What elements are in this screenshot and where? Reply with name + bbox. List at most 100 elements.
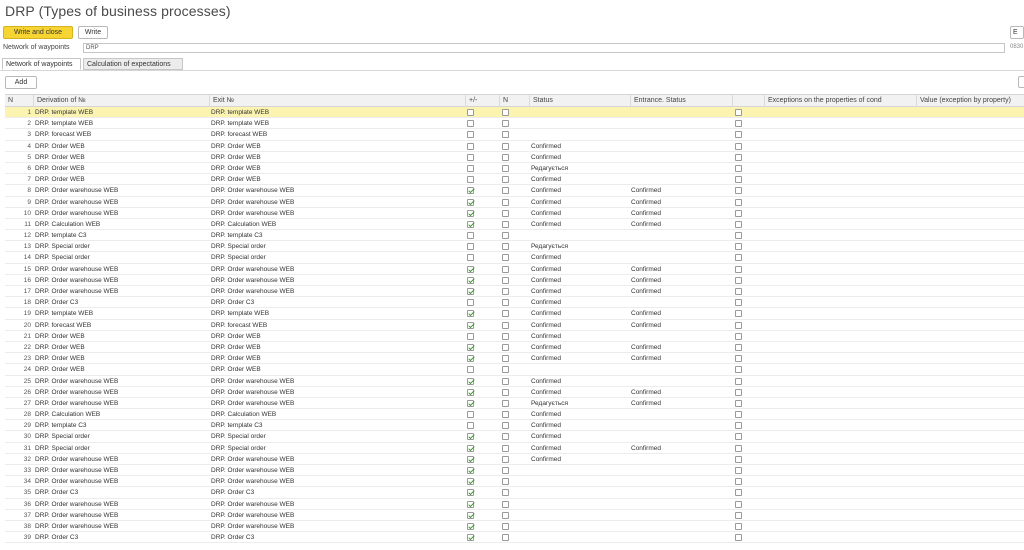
plus-minus-checkbox[interactable] bbox=[467, 500, 474, 508]
flag-checkbox[interactable] bbox=[735, 288, 742, 295]
plus-minus-checkbox[interactable] bbox=[467, 131, 474, 139]
n-checkbox[interactable] bbox=[502, 176, 509, 184]
tab-network-of-waypoints[interactable]: Network of waypoints bbox=[2, 58, 81, 70]
table-row[interactable]: 37 DRP. Order warehouse WEB DRP. Order war… bbox=[5, 510, 1024, 521]
flag-checkbox[interactable] bbox=[735, 534, 742, 542]
plus-minus-checkbox[interactable] bbox=[467, 176, 474, 184]
table-row[interactable]: 29 DRP. template C3 DRP. template C3 Confir… bbox=[5, 420, 1024, 432]
plus-minus-checkbox[interactable] bbox=[467, 276, 474, 284]
col-header-num[interactable]: N bbox=[5, 95, 33, 107]
table-row[interactable]: 12 DRP. template C3 DRP. template C3 bbox=[5, 230, 1024, 242]
plus-minus-checkbox[interactable] bbox=[467, 388, 474, 396]
n-checkbox[interactable] bbox=[502, 399, 509, 407]
n-checkbox[interactable] bbox=[502, 142, 509, 150]
n-checkbox[interactable] bbox=[502, 276, 509, 284]
n-checkbox[interactable] bbox=[502, 198, 509, 206]
n-checkbox[interactable] bbox=[502, 366, 509, 374]
n-checkbox[interactable] bbox=[502, 355, 509, 363]
table-row[interactable]: 33 DRP. Order warehouse WEB DRP. Order war… bbox=[5, 465, 1024, 477]
table-row[interactable]: 20 DRP. forecast WEB DRP. forecast WEB Conf… bbox=[5, 320, 1024, 331]
plus-minus-checkbox[interactable] bbox=[467, 153, 474, 161]
table-row[interactable]: 34 DRP. Order warehouse WEB DRP. Order war… bbox=[5, 476, 1024, 488]
n-checkbox[interactable] bbox=[502, 522, 509, 530]
table-row[interactable]: 30 DRP. Special order DRP. Special order Co… bbox=[5, 431, 1024, 443]
flag-checkbox[interactable] bbox=[735, 232, 742, 240]
flag-checkbox[interactable] bbox=[735, 399, 742, 407]
plus-minus-checkbox[interactable] bbox=[467, 411, 474, 419]
plus-minus-checkbox[interactable] bbox=[467, 310, 474, 318]
flag-checkbox[interactable] bbox=[735, 109, 742, 116]
flag-checkbox[interactable] bbox=[735, 489, 742, 497]
table-row[interactable]: 4 DRP. Order WEB DRP. Order WEB Confirmed bbox=[5, 141, 1024, 152]
table-row[interactable]: 23 DRP. Order WEB DRP. Order WEB Confirmed C… bbox=[5, 353, 1024, 365]
flag-checkbox[interactable] bbox=[735, 198, 742, 206]
plus-minus-checkbox[interactable] bbox=[467, 254, 474, 262]
plus-minus-checkbox[interactable] bbox=[467, 198, 474, 206]
tab-calculation-of-expectations[interactable]: Calculation of expectations bbox=[83, 58, 183, 70]
flag-checkbox[interactable] bbox=[735, 478, 742, 486]
flag-checkbox[interactable] bbox=[735, 299, 742, 307]
col-header-entrance-status[interactable]: Entrance. Status bbox=[630, 95, 732, 107]
col-header-exceptions[interactable]: Exceptions on the properties of cond bbox=[764, 95, 916, 107]
table-row[interactable]: 13 DRP. Special order DRP. Special order Ре… bbox=[5, 241, 1024, 253]
plus-minus-checkbox[interactable] bbox=[467, 489, 474, 497]
table-row[interactable]: 10 DRP. Order warehouse WEB DRP. Order war… bbox=[5, 208, 1024, 219]
n-checkbox[interactable] bbox=[502, 343, 509, 351]
table-row[interactable]: 9 DRP. Order warehouse WEB DRP. Order ware… bbox=[5, 197, 1024, 208]
table-row[interactable]: 32 DRP. Order warehouse WEB DRP. Order war… bbox=[5, 454, 1024, 465]
n-checkbox[interactable] bbox=[502, 243, 509, 251]
n-checkbox[interactable] bbox=[502, 511, 509, 519]
plus-minus-checkbox[interactable] bbox=[467, 455, 474, 463]
n-checkbox[interactable] bbox=[502, 388, 509, 396]
n-checkbox[interactable] bbox=[502, 444, 509, 452]
flag-checkbox[interactable] bbox=[735, 321, 742, 329]
n-checkbox[interactable] bbox=[502, 321, 509, 329]
flag-checkbox[interactable] bbox=[735, 265, 742, 273]
table-row[interactable]: 24 DRP. Order WEB DRP. Order WEB bbox=[5, 364, 1024, 376]
n-checkbox[interactable] bbox=[502, 131, 509, 139]
n-checkbox[interactable] bbox=[502, 288, 509, 295]
table-row[interactable]: 26 DRP. Order warehouse WEB DRP. Order war… bbox=[5, 387, 1024, 398]
n-checkbox[interactable] bbox=[502, 120, 509, 128]
flag-checkbox[interactable] bbox=[735, 120, 742, 128]
plus-minus-checkbox[interactable] bbox=[467, 355, 474, 363]
plus-minus-checkbox[interactable] bbox=[467, 232, 474, 240]
col-header-c3[interactable] bbox=[732, 95, 764, 107]
n-checkbox[interactable] bbox=[502, 500, 509, 508]
flag-checkbox[interactable] bbox=[735, 187, 742, 195]
n-checkbox[interactable] bbox=[502, 164, 509, 172]
plus-minus-checkbox[interactable] bbox=[467, 120, 474, 128]
plus-minus-checkbox[interactable] bbox=[467, 321, 474, 329]
flag-checkbox[interactable] bbox=[735, 176, 742, 184]
n-checkbox[interactable] bbox=[502, 209, 509, 217]
plus-minus-checkbox[interactable] bbox=[467, 332, 474, 340]
col-header-status[interactable]: Status bbox=[529, 95, 630, 107]
flag-checkbox[interactable] bbox=[735, 164, 742, 172]
n-checkbox[interactable] bbox=[502, 232, 509, 240]
plus-minus-checkbox[interactable] bbox=[467, 187, 474, 195]
n-checkbox[interactable] bbox=[502, 422, 509, 430]
table-row[interactable]: 19 DRP. template WEB DRP. template WEB Conf… bbox=[5, 308, 1024, 320]
flag-checkbox[interactable] bbox=[735, 444, 742, 452]
add-button[interactable]: Add bbox=[5, 76, 37, 89]
plus-minus-checkbox[interactable] bbox=[467, 534, 474, 542]
n-checkbox[interactable] bbox=[502, 220, 509, 228]
table-row[interactable]: 16 DRP. Order warehouse WEB DRP. Order war… bbox=[5, 275, 1024, 286]
n-checkbox[interactable] bbox=[502, 534, 509, 542]
table-row[interactable]: 1 DRP. template WEB DRP. template WEB bbox=[5, 107, 1024, 119]
table-row[interactable]: 22 DRP. Order WEB DRP. Order WEB Confirmed C… bbox=[5, 342, 1024, 354]
flag-checkbox[interactable] bbox=[735, 411, 742, 419]
table-row[interactable]: 11 DRP. Calculation WEB DRP. Calculation W… bbox=[5, 219, 1024, 231]
col-header-c2[interactable]: N bbox=[499, 95, 529, 107]
flag-checkbox[interactable] bbox=[735, 276, 742, 284]
n-checkbox[interactable] bbox=[502, 153, 509, 161]
plus-minus-checkbox[interactable] bbox=[467, 299, 474, 307]
write-button[interactable]: Write bbox=[78, 26, 108, 39]
table-row[interactable]: 15 DRP. Order warehouse WEB DRP. Order war… bbox=[5, 264, 1024, 275]
flag-checkbox[interactable] bbox=[735, 467, 742, 474]
table-row[interactable]: 3 DRP. forecast WEB DRP. forecast WEB bbox=[5, 129, 1024, 141]
n-checkbox[interactable] bbox=[502, 109, 509, 116]
table-row[interactable]: 6 DRP. Order WEB DRP. Order WEB Редагується bbox=[5, 163, 1024, 175]
n-checkbox[interactable] bbox=[502, 332, 509, 340]
n-checkbox[interactable] bbox=[502, 187, 509, 195]
